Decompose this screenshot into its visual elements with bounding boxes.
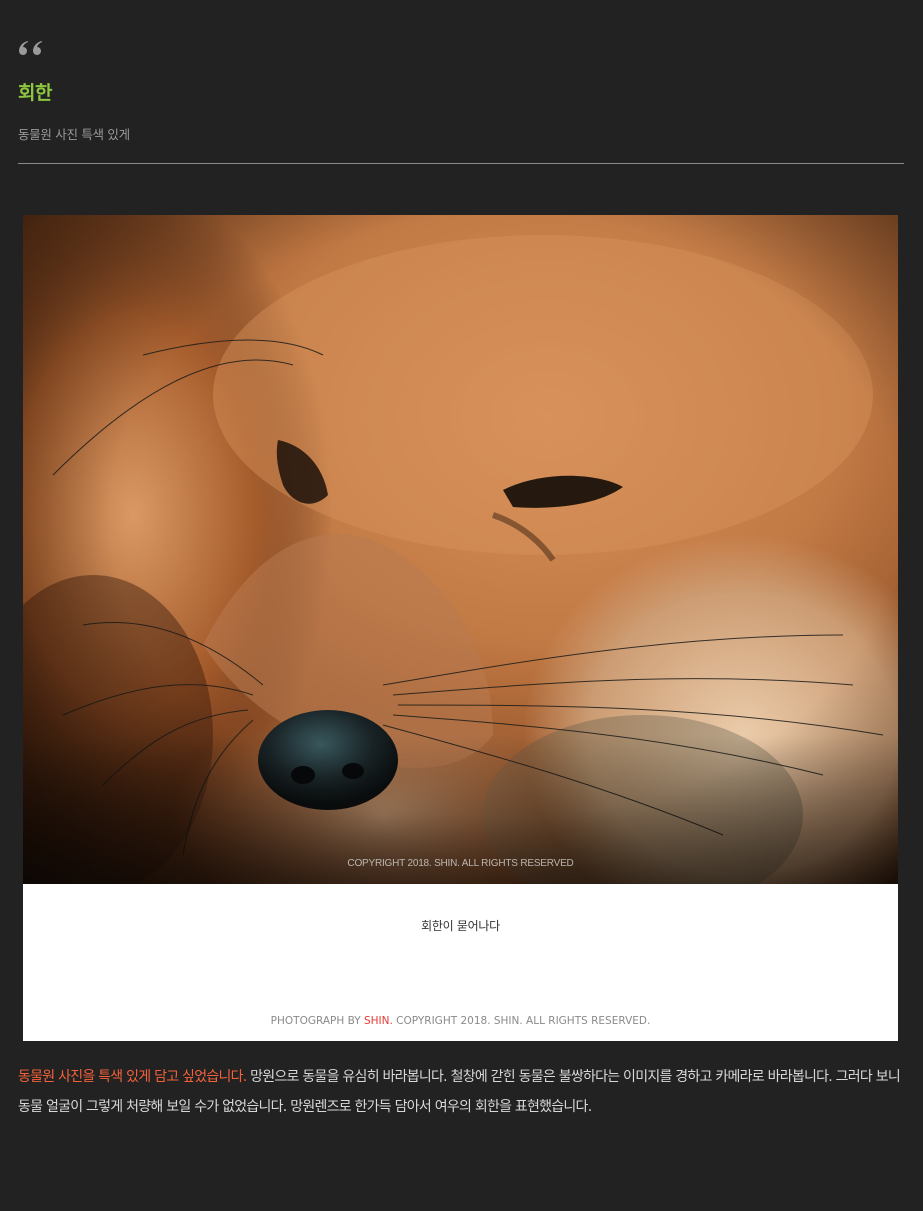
title-divider — [18, 163, 904, 164]
photo-caption: 회한이 묻어나다 — [421, 919, 500, 933]
post-body: 동물원 사진을 특색 있게 담고 싶었습니다. 망원으로 동물을 유심히 바라봅… — [18, 1062, 908, 1122]
body-highlight: 동물원 사진을 특색 있게 담고 싶었습니다. — [18, 1069, 247, 1085]
credit-prefix: PHOTOGRAPH BY — [270, 1015, 364, 1027]
photo-card: COPYRIGHT 2018. SHIN. ALL RIGHTS RESERVE… — [23, 215, 898, 1041]
fox-photo[interactable]: COPYRIGHT 2018. SHIN. ALL RIGHTS RESERVE… — [23, 215, 898, 884]
post-subtitle: 동물원 사진 특색 있게 — [18, 127, 130, 142]
credit-name: SHIN. — [363, 1015, 393, 1027]
photo-credit: PHOTOGRAPH BY SHIN. COPYRIGHT 2018. SHIN… — [23, 1015, 898, 1027]
quote-icon — [19, 41, 42, 55]
credit-suffix: COPYRIGHT 2018. SHIN. ALL RIGHTS RESERVE… — [392, 1015, 651, 1027]
post-title: 회한 — [18, 82, 52, 104]
photo-watermark: COPYRIGHT 2018. SHIN. ALL RIGHTS RESERVE… — [347, 858, 574, 869]
